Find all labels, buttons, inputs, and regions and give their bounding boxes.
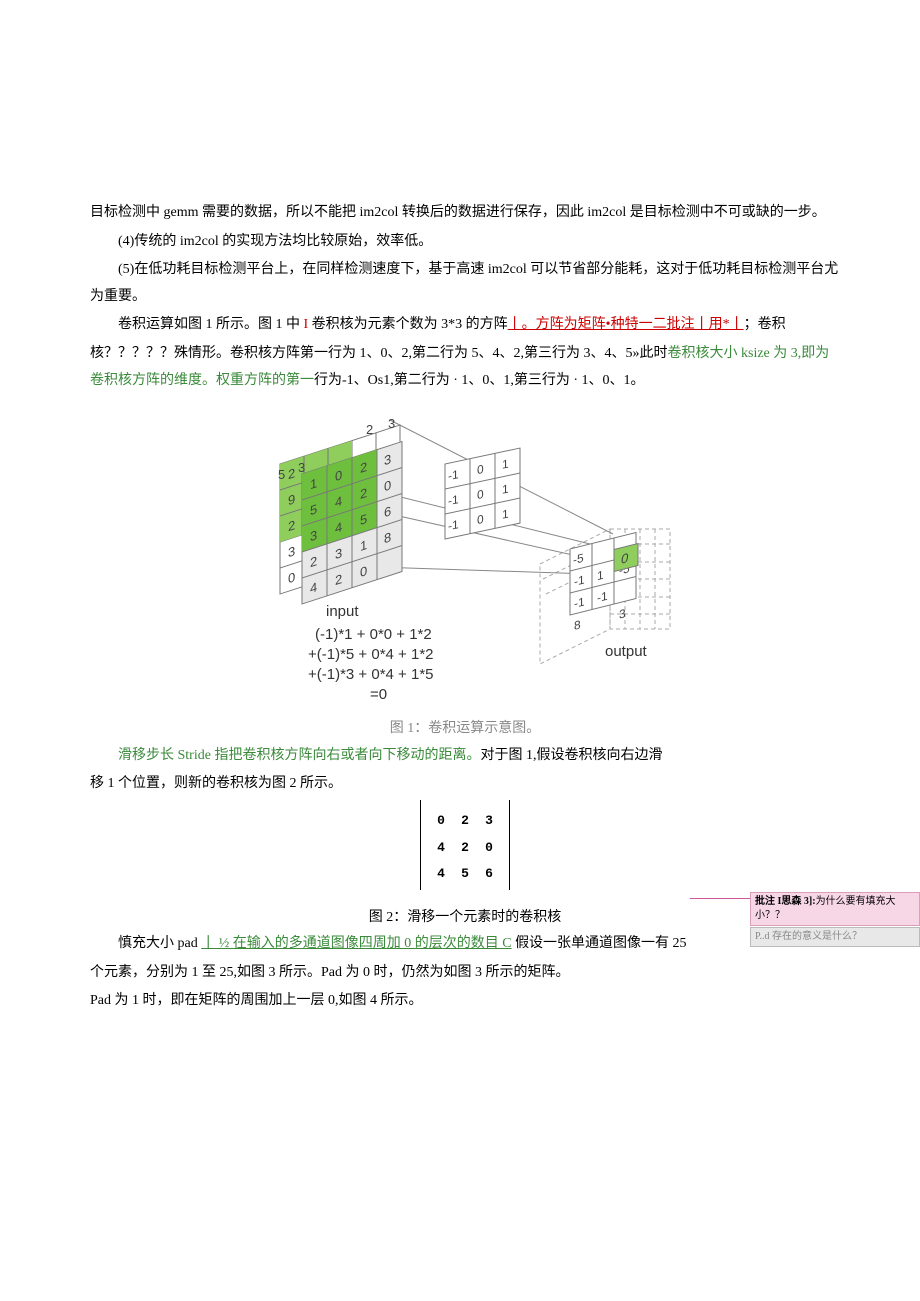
svg-text:3: 3 [619,606,626,622]
figure-2-caption: 图 2：滑移一个元素时的卷积核 [90,905,840,932]
comment-secondary[interactable]: P..d 存在的意义是什么？ [750,927,920,947]
svg-text:-5: -5 [573,551,584,568]
output-label: output [605,643,648,660]
svg-text:5: 5 [360,511,367,528]
svg-text:1: 1 [502,482,509,497]
paragraph-11: Pad 为 1 时，即在矩阵的周围加上一层 0,如图 4 所示。 [90,988,840,1015]
math-1: (-1)*1 + 0*0 + 1*2 [315,626,432,643]
p9-under: 丨 ½ 在输入的多通道图像四周加 0 的层次的数目 C [201,936,511,951]
p7-green: 滑移步长 Stride 指把卷积核方阵向右或者向下移动的距离。 [118,748,480,763]
p4-text-e: ；卷积 [744,317,786,332]
paragraph-8: 移 1 个位置，则新的卷积核为图 2 所示。 [90,771,840,798]
input-label: input [326,603,359,620]
svg-text:4: 4 [335,493,343,510]
figure-1: 2 9 2 3 0 4 [90,404,840,743]
svg-text:0: 0 [477,487,484,502]
svg-text:6: 6 [384,503,391,520]
svg-text:1: 1 [360,537,367,554]
p9-c: 假设一张单通道图像一有 25 [512,936,687,951]
svg-text:5: 5 [310,502,317,519]
svg-text:1: 1 [597,568,604,584]
svg-text:0: 0 [384,477,391,494]
svg-text:1: 1 [502,457,509,472]
svg-text:-1: -1 [597,589,608,606]
svg-text:0: 0 [477,512,484,527]
comment-author: 批注 I思森 3]: [755,896,816,907]
svg-text:-1: -1 [574,595,585,612]
svg-text:0: 0 [477,462,484,477]
svg-text:2: 2 [310,554,317,571]
svg-text:2: 2 [366,422,373,437]
svg-text:-1: -1 [448,517,459,533]
svg-text:3: 3 [298,460,305,475]
comment-primary[interactable]: 批注 I思森 3]:为什么要有填充大小？？ [750,892,920,926]
p5-text-a: 核？？？？？殊情形。卷积核方阵第一行为 1、0、2,第二行为 5、4、2,第三行… [90,346,668,361]
paragraph-10: 个元素，分别为 1 至 25,如图 3 所示。Pad 为 0 时，仍然为如图 3… [90,960,840,987]
svg-text:4: 4 [335,519,343,536]
p4-underline: 丨。方阵为矩阵•种特一二批注丨用*丨 [508,317,744,332]
paragraph-9: 慎充大小 pad 丨 ½ 在输入的多通道图像四周加 0 的层次的数目 C 假设一… [90,931,840,958]
svg-text:3: 3 [310,528,317,545]
svg-text:3: 3 [388,416,395,431]
svg-text:0: 0 [621,550,629,567]
svg-text:5: 5 [278,467,285,482]
comment-connector [690,898,750,899]
paragraph-3: (5)在低功耗目标检测平台上，在同样检测速度下，基于高速 im2col 可以节省… [90,257,840,310]
inb-1: 2 [288,466,295,483]
svg-text:8: 8 [574,618,581,634]
figure-2-table: 023 420 456 [429,808,501,888]
inb-2: 9 [288,492,295,509]
svg-text:3: 3 [384,451,391,468]
paragraph-5: 核？？？？？殊情形。卷积核方阵第一行为 1、0、2,第二行为 5、4、2,第三行… [90,341,840,394]
p4-text-c: 卷积核为元素个数为 3*3 的方阵 [308,317,508,332]
svg-text:2: 2 [360,459,367,476]
p5-text-c: 行为-1、Os1,第二行为 · 1、0、1,第三行为 · 1、0、1。 [314,373,645,388]
convolution-diagram: 2 9 2 3 0 4 [240,404,690,714]
figure-2: 023 420 456 图 2：滑移一个元素时的卷积核 [90,800,840,931]
svg-text:-1: -1 [448,492,459,508]
svg-text:0: 0 [360,563,367,580]
svg-text:3: 3 [335,545,342,562]
review-comment[interactable]: 批注 I思森 3]:为什么要有填充大小？？ P..d 存在的意义是什么？ [750,892,920,947]
svg-text:1: 1 [502,507,509,522]
svg-text:2: 2 [360,485,367,502]
math-3: +(-1)*3 + 0*4 + 1*5 [308,666,434,683]
inb-6: 3 [288,544,295,561]
figure-1-caption: 图 1：卷积运算示意图。 [90,716,840,743]
svg-text:1: 1 [310,476,317,493]
p9-a: 慎充大小 pad [118,936,201,951]
math-2: +(-1)*5 + 0*4 + 1*2 [308,646,434,663]
svg-text:2: 2 [335,571,342,588]
svg-text:-1: -1 [574,573,585,590]
p7-rest: 对于图 1,假设卷积核向右边滑 [480,748,662,763]
inb-3: 2 [288,518,295,535]
svg-text:4: 4 [310,579,318,596]
svg-text:-1: -1 [448,467,459,483]
paragraph-4: 卷积运算如图 1 所示。图 1 中 I 卷积核为元素个数为 3*3 的方阵丨。方… [90,312,840,339]
paragraph-2: (4)传统的 im2col 的实现方法均比较原始，效率低。 [90,229,840,256]
svg-text:0: 0 [335,467,342,484]
paragraph-1: 目标检测中 gemm 需要的数据，所以不能把 im2col 转换后的数据进行保存… [90,200,840,227]
math-4: =0 [370,686,387,703]
paragraph-7: 滑移步长 Stride 指把卷积核方阵向右或者向下移动的距离。对于图 1,假设卷… [90,743,840,770]
inb-7: 0 [288,570,295,587]
svg-text:8: 8 [384,529,391,546]
p4-text-a: 卷积运算如图 1 所示。图 1 中 [118,317,304,332]
